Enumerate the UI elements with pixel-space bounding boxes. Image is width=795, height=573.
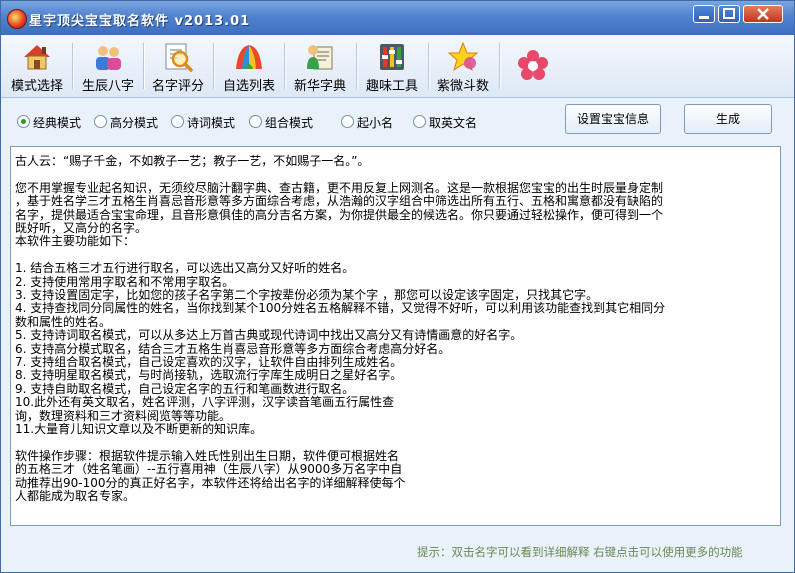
magnifier-icon <box>165 43 193 72</box>
status-bar: 提示：双击名字可以看到详细解释 右键点击可以使用更多的功能 <box>1 537 794 567</box>
intro-text-line: 名字，提供最适合宝宝命理，且音形意俱佳的高分吉名方案，为你提供最全的候选名。你只… <box>15 207 664 222</box>
toolbar-separator <box>284 43 286 89</box>
tools-icon <box>380 44 404 70</box>
intro-text-line: 本软件主要功能如下： <box>15 234 136 249</box>
mode-combination-label: 组合模式 <box>265 116 314 130</box>
close-icon <box>757 8 769 20</box>
app-window: 星宇顶尖宝宝取名软件 v2013.01 模式选择 生辰八字 名字评分 自选列表 … <box>0 0 795 573</box>
flower-icon <box>518 50 548 80</box>
intro-text-line: 1. 结合五格三才五行进行取名，可以选出又高分又好听的姓名。 <box>15 261 355 276</box>
mode-english-name-label: 取英文名 <box>429 116 478 130</box>
minimize-icon <box>699 16 709 19</box>
toolbar-ziwei-astrology-label: 紫微斗数 <box>436 79 489 94</box>
minimize-button[interactable] <box>693 5 715 23</box>
intro-text-area[interactable]: 古人云：“赐子千金，不如教子一艺；教子一艺，不如赐子一名。”。 您不用掌握专业起名… <box>10 146 781 526</box>
toolbar-name-score[interactable]: 名字评分 <box>147 39 209 94</box>
radio-dot <box>171 115 184 128</box>
toolbar-fun-tools[interactable]: 趣味工具 <box>360 39 424 94</box>
radio-dot <box>249 115 262 128</box>
status-hint: 提示：双击名字可以看到详细解释 右键点击可以使用更多的功能 <box>417 545 743 559</box>
intro-text-line <box>15 437 773 450</box>
radio-dot <box>341 115 354 128</box>
intro-text-line: 8. 支持明星取名模式，与时尚接轨，选取流行字库生成明日之星好名字。 <box>15 368 403 383</box>
mode-nickname-label: 起小名 <box>357 116 394 130</box>
maximize-button[interactable] <box>718 5 740 23</box>
intro-text-line: 11.大量育儿知识文章以及不断更新的知识库。 <box>15 422 263 437</box>
toolbar-xinhua-dictionary[interactable]: 新华字典 <box>288 39 352 94</box>
intro-text-line: 10.此外还有英文取名，姓名评测，八字评测，汉字读音笔画五行属性查 <box>15 395 395 410</box>
naming-mode-bar: 经典模式 高分模式 诗词模式 组合模式 起小名 取英文名 设置宝宝信息 生成 <box>1 98 794 144</box>
intro-text-line: 5. 支持诗词取名模式，可以从多达上万首古典或现代诗词中找出又高分又有诗情画意的… <box>15 328 523 343</box>
mode-classic-label: 经典模式 <box>33 116 82 130</box>
people-icon <box>96 46 121 70</box>
toolbar-mode-select-label: 模式选择 <box>10 79 63 94</box>
intro-text: 古人云：“赐子千金，不如教子一艺；教子一艺，不如赐子一名。”。 您不用掌握专业起名… <box>15 154 773 504</box>
radio-dot <box>413 115 426 128</box>
title-bar[interactable]: 星宇顶尖宝宝取名软件 v2013.01 <box>1 1 794 35</box>
generate-button[interactable]: 生成 <box>684 104 772 134</box>
intro-text-line <box>15 168 773 181</box>
toolbar-mode-select[interactable]: 模式选择 <box>5 39 69 94</box>
radio-dot <box>94 115 107 128</box>
intro-text-line: 4. 支持查找同分同属性的姓名，当你找到某个100分姓名五格解释不错，又觉得不好… <box>15 301 666 316</box>
toolbar-xinhua-dictionary-label: 新华字典 <box>293 79 346 94</box>
intro-text-line: 古人云：“赐子千金，不如教子一艺；教子一艺，不如赐子一名。”。 <box>15 154 370 168</box>
intro-text-line: 的五格三才（姓名笔画）--五行喜用神（生辰八字）从9000多万名字中自 <box>15 462 403 477</box>
toolbar-name-score-label: 名字评分 <box>151 79 204 94</box>
toolbar-extra[interactable] <box>503 39 567 93</box>
mode-poetry-label: 诗词模式 <box>187 116 236 130</box>
toolbar-custom-list[interactable]: 自选列表 <box>217 39 281 94</box>
radio-dot <box>17 115 30 128</box>
app-logo-icon <box>7 9 27 29</box>
close-button[interactable] <box>743 5 783 23</box>
tent-icon <box>236 45 262 69</box>
intro-text-line: 人都能成为取名专家。 <box>15 489 136 504</box>
toolbar-fun-tools-label: 趣味工具 <box>365 79 418 94</box>
dictionary-icon <box>307 45 333 70</box>
main-toolbar: 模式选择 生辰八字 名字评分 自选列表 新华字典 趣味工具 紫微斗数 <box>1 35 794 98</box>
toolbar-separator <box>499 43 501 89</box>
toolbar-ziwei-astrology[interactable]: 紫微斗数 <box>431 39 495 94</box>
toolbar-separator <box>213 43 215 89</box>
window-title: 星宇顶尖宝宝取名软件 v2013.01 <box>29 14 251 29</box>
set-baby-info-button[interactable]: 设置宝宝信息 <box>565 104 661 134</box>
toolbar-separator <box>356 43 358 89</box>
toolbar-separator <box>143 43 145 89</box>
toolbar-separator <box>72 43 74 89</box>
toolbar-separator <box>428 43 430 89</box>
star-icon <box>447 41 479 72</box>
toolbar-custom-list-label: 自选列表 <box>222 79 275 94</box>
toolbar-birth-chart[interactable]: 生辰八字 <box>77 39 139 94</box>
maximize-icon <box>723 8 735 19</box>
toolbar-birth-chart-label: 生辰八字 <box>81 79 134 94</box>
house-icon <box>24 45 50 70</box>
mode-high-score-label: 高分模式 <box>110 116 159 130</box>
intro-text-line: ，基于姓名学三才五格生肖喜忌音形意等多方面综合考虑，从浩瀚的汉字组合中筛选出所有… <box>15 194 664 209</box>
